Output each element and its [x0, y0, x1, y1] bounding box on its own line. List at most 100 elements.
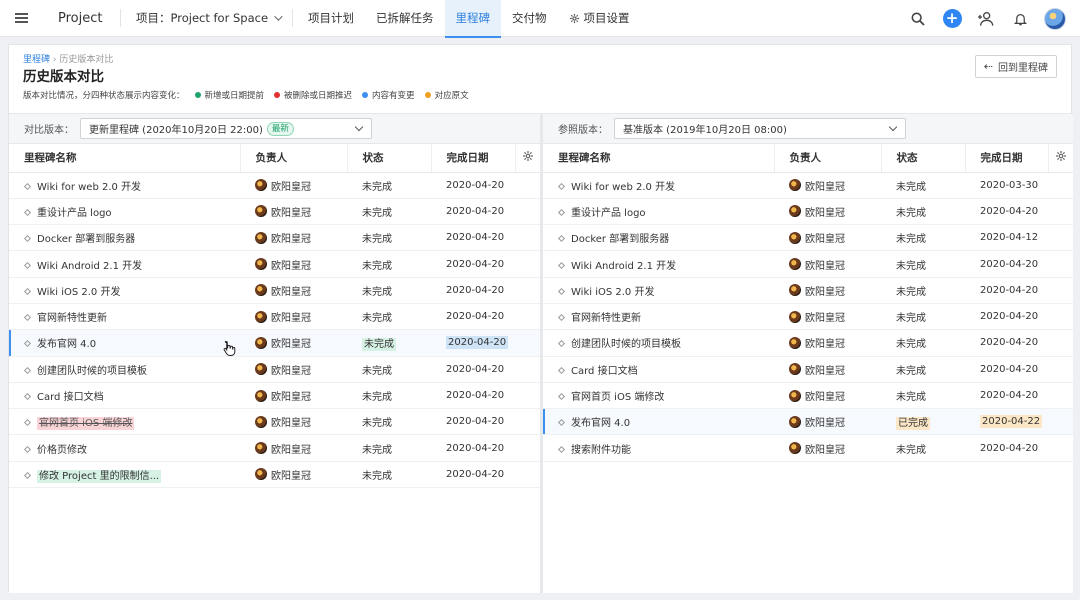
table-row[interactable]: 重设计产品 logo 欧阳皇冠 未完成 2020-04-20: [9, 198, 540, 226]
breadcrumb-milestones-link[interactable]: 里程碑: [23, 55, 50, 65]
date-value: 2020-04-20: [446, 468, 505, 480]
table-row[interactable]: 重设计产品 logo 欧阳皇冠 未完成 2020-04-20: [543, 198, 1073, 226]
reference-version-pane: 参照版本： 基准版本 (2019年10月20日 08:00) 里程碑名称 负责人…: [543, 113, 1073, 593]
column-header-name[interactable]: 里程碑名称: [543, 144, 775, 173]
milestone-name[interactable]: 创建团队时候的项目模板: [37, 366, 147, 377]
content-card: 里程碑 › 历史版本对比 历史版本对比 版本对比情况，分四种状态展示内容变化： …: [8, 44, 1073, 593]
column-header-owner[interactable]: 负责人: [774, 144, 882, 173]
table-row[interactable]: Card 接口文档 欧阳皇冠 未完成 2020-04-20: [543, 356, 1073, 383]
owner-cell: 欧阳皇冠: [774, 382, 881, 410]
status-value: 未完成: [362, 392, 392, 404]
milestone-name[interactable]: 修改 Project 里的限制信...: [37, 469, 162, 483]
milestone-name[interactable]: Card 接口文档: [571, 366, 638, 377]
milestone-name[interactable]: Card 接口文档: [37, 392, 104, 403]
milestone-name[interactable]: Wiki for web 2.0 开发: [571, 182, 675, 193]
hamburger-menu-icon[interactable]: [0, 0, 42, 37]
column-header-status[interactable]: 状态: [347, 144, 432, 173]
owner-name: 欧阳皇冠: [805, 234, 845, 246]
table-row[interactable]: 创建团队时候的项目模板 欧阳皇冠 未完成 2020-04-20: [543, 329, 1073, 357]
tab-project-settings[interactable]: 项目设置: [558, 0, 641, 37]
date-cell: 2020-04-20: [431, 198, 515, 226]
user-avatar[interactable]: [1044, 7, 1066, 30]
table-row[interactable]: Wiki for web 2.0 开发 欧阳皇冠 未完成 2020-03-30: [543, 172, 1073, 199]
column-header-date[interactable]: 完成日期: [965, 144, 1049, 173]
tab-decomposed-tasks[interactable]: 已拆解任务: [365, 0, 445, 37]
owner-cell: 欧阳皇冠: [774, 303, 881, 331]
milestone-name[interactable]: Wiki iOS 2.0 开发: [571, 287, 654, 298]
column-header-date[interactable]: 完成日期: [431, 144, 516, 173]
compare-version-select[interactable]: 更新里程碑 (2020年10月20日 22:00) 最新: [80, 118, 372, 139]
table-row[interactable]: 搜索附件功能 欧阳皇冠 未完成 2020-04-20: [543, 434, 1073, 462]
table-row[interactable]: Wiki iOS 2.0 开发 欧阳皇冠 未完成 2020-04-20: [9, 277, 540, 304]
milestone-name[interactable]: 官网首页 iOS 端修改: [571, 392, 664, 403]
milestone-name[interactable]: 创建团队时候的项目模板: [571, 339, 681, 350]
column-settings-button[interactable]: [1048, 144, 1073, 173]
milestone-name[interactable]: 重设计产品 logo: [37, 208, 112, 219]
table-row[interactable]: Docker 部署到服务器 欧阳皇冠 未完成 2020-04-12: [543, 224, 1073, 252]
milestone-name-cell: 官网新特性更新: [9, 303, 240, 331]
milestone-name[interactable]: Wiki Android 2.1 开发: [37, 261, 142, 272]
milestone-diamond-icon: [557, 419, 566, 427]
table-row[interactable]: 官网新特性更新 欧阳皇冠 未完成 2020-04-20: [543, 303, 1073, 331]
table-row[interactable]: 官网新特性更新 欧阳皇冠 未完成 2020-04-20: [9, 303, 540, 331]
milestone-name[interactable]: 官网新特性更新: [37, 313, 107, 324]
search-icon[interactable]: [908, 9, 928, 29]
milestone-name[interactable]: 发布官网 4.0: [37, 339, 96, 350]
bell-icon[interactable]: [1010, 9, 1030, 29]
table-row[interactable]: 创建团队时候的项目模板 欧阳皇冠 未完成 2020-04-20: [9, 356, 540, 383]
legend-label: 对应原文: [434, 91, 469, 101]
milestone-name-cell: 搜索附件功能: [543, 434, 774, 462]
empty-cell: [1048, 408, 1073, 436]
milestone-name[interactable]: 搜索附件功能: [571, 445, 631, 456]
tab-milestones[interactable]: 里程碑: [444, 0, 502, 38]
milestone-name[interactable]: Docker 部署到服务器: [571, 234, 669, 245]
table-row[interactable]: 修改 Project 里的限制信... 欧阳皇冠 未完成 2020-04-20: [9, 461, 540, 489]
column-settings-button[interactable]: [515, 144, 540, 173]
milestone-name[interactable]: 重设计产品 logo: [571, 208, 646, 219]
table-row[interactable]: Wiki Android 2.1 开发 欧阳皇冠 未完成 2020-04-20: [543, 250, 1073, 278]
table-row[interactable]: Wiki iOS 2.0 开发 欧阳皇冠 未完成 2020-04-20: [543, 277, 1073, 304]
back-to-milestones-button[interactable]: ⇠ 回到里程碑: [974, 55, 1057, 78]
table-row[interactable]: 官网首页 iOS 端修改 欧阳皇冠 未完成 2020-04-20: [9, 408, 540, 436]
date-value: 2020-04-20: [980, 311, 1039, 323]
status-value: 未完成: [362, 338, 396, 352]
milestone-name[interactable]: 官网首页 iOS 端修改: [37, 417, 135, 431]
table-row[interactable]: Wiki for web 2.0 开发 欧阳皇冠 未完成 2020-04-20: [9, 172, 540, 199]
reference-version-select[interactable]: 基准版本 (2019年10月20日 08:00): [614, 118, 906, 139]
milestone-name[interactable]: 发布官网 4.0: [571, 418, 630, 429]
column-header-owner[interactable]: 负责人: [240, 144, 348, 173]
status-cell: 未完成: [347, 408, 431, 436]
app-name[interactable]: Project: [42, 11, 120, 26]
milestone-diamond-icon: [23, 392, 32, 401]
table-row[interactable]: 官网首页 iOS 端修改 欧阳皇冠 未完成 2020-04-20: [543, 382, 1073, 410]
tab-project-plan[interactable]: 项目计划: [297, 0, 365, 37]
milestone-name-cell: Card 接口文档: [543, 356, 774, 383]
project-selector[interactable]: 项目：Project for Space: [121, 0, 292, 37]
milestone-name[interactable]: Docker 部署到服务器: [37, 234, 135, 245]
owner-name: 欧阳皇冠: [805, 207, 845, 219]
column-header-status[interactable]: 状态: [881, 144, 966, 173]
project-selector-label: 项目：Project for Space: [136, 11, 269, 25]
milestone-name[interactable]: 价格页修改: [37, 445, 87, 456]
owner-avatar: [255, 258, 267, 271]
milestone-name[interactable]: Wiki for web 2.0 开发: [37, 182, 141, 193]
table-row[interactable]: 价格页修改 欧阳皇冠 未完成 2020-04-20: [9, 434, 540, 462]
table-row[interactable]: Docker 部署到服务器 欧阳皇冠 未完成 2020-04-20: [9, 224, 540, 252]
tab-deliverables[interactable]: 交付物: [501, 0, 558, 37]
table-row[interactable]: Card 接口文档 欧阳皇冠 未完成 2020-04-20: [9, 382, 540, 410]
table-row[interactable]: 发布官网 4.0 欧阳皇冠 未完成 2020-04-20: [9, 329, 540, 357]
milestone-name[interactable]: Wiki iOS 2.0 开发: [37, 287, 120, 298]
add-member-icon[interactable]: [976, 9, 996, 29]
empty-cell: [515, 461, 540, 489]
table-row[interactable]: Wiki Android 2.1 开发 欧阳皇冠 未完成 2020-04-20: [9, 250, 540, 278]
owner-avatar: [789, 363, 801, 376]
compare-version-bar: 对比版本： 更新里程碑 (2020年10月20日 22:00) 最新: [9, 113, 540, 144]
milestone-name[interactable]: Wiki Android 2.1 开发: [571, 261, 676, 272]
milestone-name-cell: 创建团队时候的项目模板: [9, 356, 240, 383]
milestone-diamond-icon: [23, 208, 32, 216]
table-row[interactable]: 发布官网 4.0 欧阳皇冠 已完成 2020-04-22: [543, 408, 1073, 436]
owner-avatar: [255, 284, 267, 297]
add-icon[interactable]: +: [942, 9, 962, 29]
column-header-name[interactable]: 里程碑名称: [9, 144, 241, 173]
milestone-name[interactable]: 官网新特性更新: [571, 313, 641, 324]
